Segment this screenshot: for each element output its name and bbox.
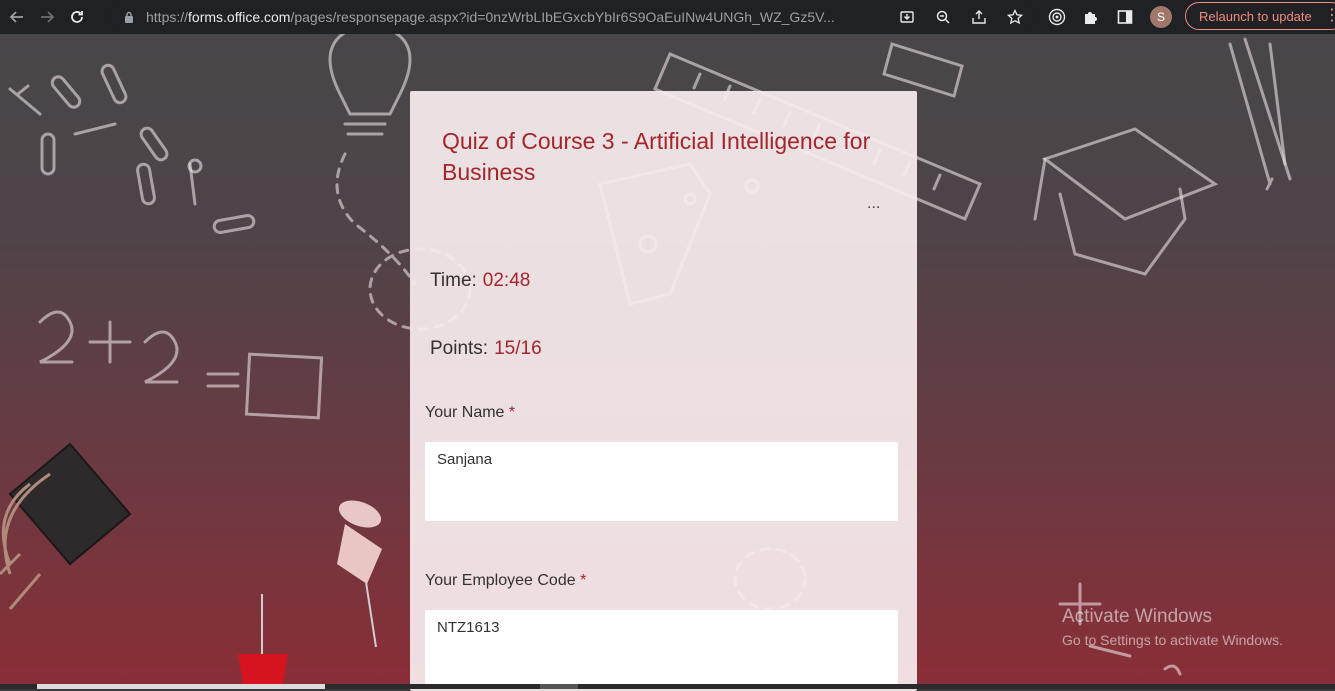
bookmark-star-icon[interactable] (1002, 4, 1028, 30)
bottom-scroll-strip (0, 684, 1335, 689)
required-asterisk: * (580, 572, 587, 589)
url-text[interactable]: https://forms.office.com/pages/responsep… (146, 9, 886, 25)
browser-menu-icon[interactable]: ⋮ (1324, 8, 1335, 24)
activate-windows-subtitle: Go to Settings to activate Windows. (1062, 632, 1283, 648)
time-row: Time: 02:48 (430, 270, 530, 292)
more-options-button[interactable]: ... (867, 195, 880, 213)
question-employee-code-label: Your Employee Code * (425, 572, 587, 589)
question-name-label: Your Name * (425, 404, 516, 421)
time-label: Time: (430, 270, 477, 291)
name-answer-field[interactable]: Sanjana (425, 442, 898, 521)
forward-arrow-icon[interactable] (34, 4, 60, 30)
required-asterisk: * (508, 404, 516, 421)
relaunch-button[interactable]: Relaunch to update (1185, 2, 1335, 30)
extensions-puzzle-icon[interactable] (1078, 4, 1104, 30)
back-arrow-icon[interactable] (4, 4, 30, 30)
side-panel-icon[interactable] (1112, 4, 1138, 30)
employee-code-answer-field[interactable]: NTZ1613 (425, 610, 898, 689)
scrollbar-marker (540, 684, 578, 689)
zoom-icon[interactable] (930, 4, 956, 30)
browser-toolbar: https://forms.office.com/pages/responsep… (0, 0, 1335, 34)
horizontal-scrollbar-thumb[interactable] (37, 684, 325, 689)
activate-windows-title: Activate Windows (1062, 606, 1212, 627)
form-title: Quiz of Course 3 - Artificial Intelligen… (442, 128, 871, 185)
form-card: Quiz of Course 3 - Artificial Intelligen… (410, 91, 917, 691)
points-row: Points: 15/16 (430, 338, 542, 360)
lock-icon[interactable] (122, 10, 136, 24)
install-app-icon[interactable] (894, 4, 920, 30)
points-value: 15/16 (494, 338, 542, 359)
reload-icon[interactable] (64, 4, 90, 30)
extension-target-icon[interactable] (1044, 4, 1070, 30)
share-icon[interactable] (966, 4, 992, 30)
address-bar[interactable]: https://forms.office.com/pages/responsep… (108, 2, 1036, 32)
time-value: 02:48 (482, 270, 531, 291)
profile-avatar[interactable]: S (1150, 6, 1172, 28)
points-label: Points: (430, 338, 489, 359)
